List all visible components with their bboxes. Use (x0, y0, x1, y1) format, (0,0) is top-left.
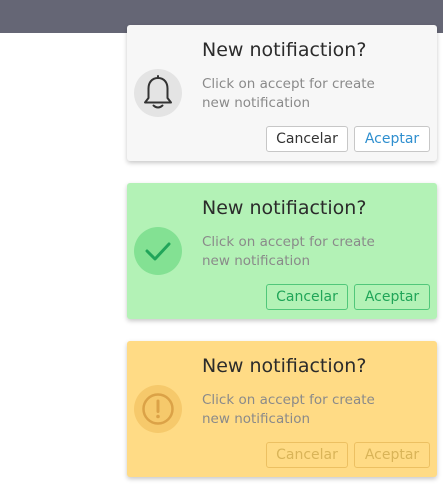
cancel-button[interactable]: Cancelar (266, 126, 348, 152)
cancel-button[interactable]: Cancelar (266, 442, 348, 468)
notification-message: Click on accept for create new notificat… (202, 392, 375, 427)
accept-button[interactable]: Aceptar (354, 442, 430, 468)
notification-title: New notifiaction? (202, 197, 367, 219)
notification-card-warning: New notifiaction? Click on accept for cr… (127, 341, 437, 477)
notification-title: New notifiaction? (202, 355, 367, 377)
check-icon (134, 227, 182, 275)
exclamation-circle-icon (134, 385, 182, 433)
accept-button[interactable]: Aceptar (354, 126, 430, 152)
notification-card-default: New notifiaction? Click on accept for cr… (127, 25, 437, 161)
bell-icon (134, 69, 182, 117)
notification-message: Click on accept for create new notificat… (202, 234, 375, 269)
accept-button[interactable]: Aceptar (354, 284, 430, 310)
cancel-button[interactable]: Cancelar (266, 284, 348, 310)
notification-card-success: New notifiaction? Click on accept for cr… (127, 183, 437, 319)
notification-title: New notifiaction? (202, 39, 367, 61)
notification-message: Click on accept for create new notificat… (202, 76, 375, 111)
